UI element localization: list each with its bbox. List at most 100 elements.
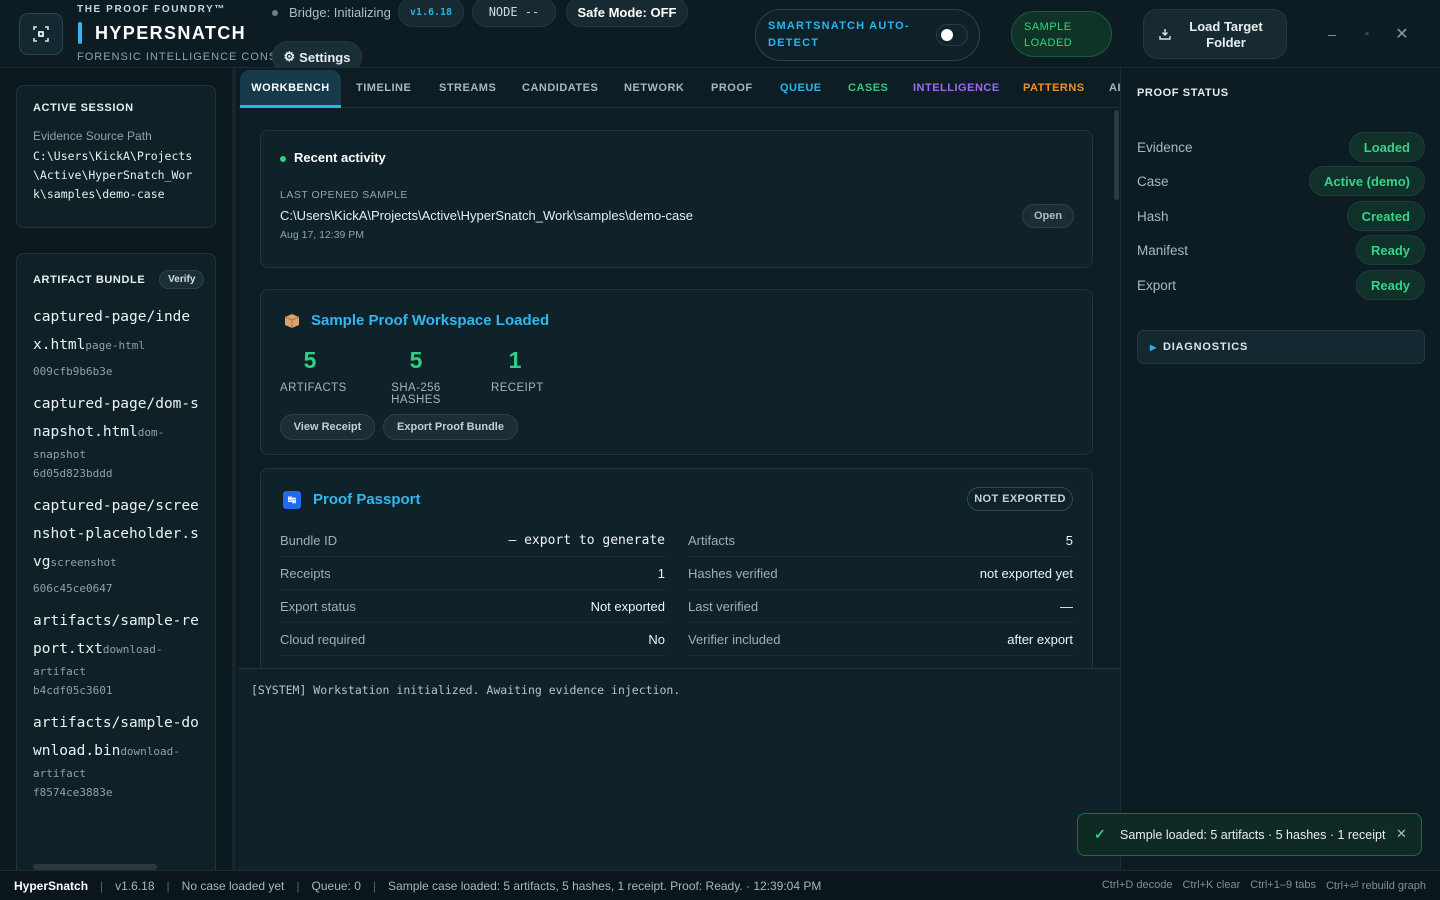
tab-patterns[interactable]: PATTERNS <box>1023 68 1085 108</box>
diagnostics-toggle[interactable]: ▶ DIAGNOSTICS <box>1137 330 1425 364</box>
kv-row: Bundle ID — export to generate <box>280 524 665 557</box>
auto-detect-label: SMARTSNATCH AUTO-DETECT <box>768 20 910 49</box>
recent-time: Aug 17, 12:39 PM <box>280 229 365 241</box>
kv-key: Artifacts <box>688 532 735 548</box>
tab-network[interactable]: NETWORK <box>624 68 684 108</box>
brand-accent-bar <box>78 22 82 44</box>
diagnostics-label: DIAGNOSTICS <box>1162 341 1249 353</box>
console-line: [SYSTEM] Workstation initialized. Awaiti… <box>251 683 681 697</box>
kv-row: Last verified — <box>688 590 1073 623</box>
artifact-type: page-html <box>85 339 145 352</box>
proof-passport-panel: ↹ Proof Passport NOT EXPORTED Bundle ID —… <box>260 468 1093 668</box>
status-badge: Active (demo) <box>1309 166 1425 196</box>
auto-detect-control: SMARTSNATCH AUTO-DETECT <box>755 9 980 61</box>
kv-row: Artifacts 5 <box>688 524 1073 557</box>
maximize-icon[interactable]: ▫ <box>1357 24 1377 44</box>
kv-value: — <box>1060 598 1073 614</box>
passport-right-column: Artifacts 5 Hashes verified not exported y… <box>688 524 1073 656</box>
artifact-name: captured-page/dom-snapshot.html <box>33 396 199 440</box>
status-badge: Ready <box>1355 235 1425 265</box>
app-subtitle: FORENSIC INTELLIGENCE CONSOLE <box>77 51 303 63</box>
tab-ai[interactable]: AI <box>1109 68 1120 108</box>
close-icon[interactable]: ✕ <box>1392 24 1412 44</box>
kv-value: not exported yet <box>979 565 1073 581</box>
active-session-card: ACTIVE SESSION Evidence Source Path C:\U… <box>16 85 216 228</box>
toast-message: Sample loaded: 5 artifacts · 5 hashes · … <box>1120 827 1386 842</box>
status-row-evidence: Evidence Loaded <box>1137 132 1425 162</box>
console-log[interactable]: [SYSTEM] Workstation initialized. Awaiti… <box>238 668 1120 870</box>
kv-key: Verifier included <box>688 631 781 647</box>
tab-candidates[interactable]: CANDIDATES <box>522 68 598 108</box>
sidebar-divider[interactable] <box>232 68 236 870</box>
kv-row: Receipts 1 <box>280 557 665 590</box>
status-bar: HyperSnatch | v1.6.18 | No case loaded y… <box>0 870 1440 900</box>
status-key: Case <box>1137 173 1169 189</box>
tab-timeline[interactable]: TIMELINE <box>356 68 411 108</box>
kv-row: Cloud required No <box>280 623 665 656</box>
close-icon[interactable]: ✕ <box>1396 826 1407 842</box>
artifact-item[interactable]: artifacts/sample-report.txtdownload-arti… <box>33 607 201 704</box>
shortcut-hint: Ctrl+K clear <box>1182 879 1241 891</box>
artifact-item[interactable]: captured-page/dom-snapshot.htmldom-snaps… <box>33 390 201 487</box>
status-row-case: Case Active (demo) <box>1137 166 1425 196</box>
tab-cases[interactable]: CASES <box>848 68 888 108</box>
kv-value: 5 <box>1065 532 1073 548</box>
status-row-manifest: Manifest Ready <box>1137 235 1425 265</box>
app-title: HYPERSNATCH <box>95 23 247 43</box>
app-logo-icon <box>19 13 63 55</box>
tab-proof[interactable]: PROOF <box>711 68 753 108</box>
shortcut-hints: Ctrl+D decode Ctrl+K clear Ctrl+1–9 tabs… <box>1102 879 1426 892</box>
session-heading: ACTIVE SESSION <box>33 102 134 114</box>
passport-title: Proof Passport <box>313 491 421 508</box>
statusbar-queue: Queue: 0 <box>311 878 361 893</box>
brand-tagline: THE PROOF FOUNDRY™ <box>77 4 226 15</box>
kv-value: after export <box>1007 631 1073 647</box>
artifact-hash: b4cdf05c3601 <box>33 684 113 697</box>
safe-mode-toggle[interactable]: Safe Mode: OFF <box>566 0 688 27</box>
statusbar-case: No case loaded yet <box>181 878 285 893</box>
verify-button[interactable]: Verify <box>159 270 205 289</box>
passport-icon: ↹ <box>283 491 301 509</box>
check-icon: ✓ <box>1094 826 1106 842</box>
artifact-item[interactable]: artifacts/sample-download.bindownload-ar… <box>33 709 201 806</box>
stat-receipt: 1 RECEIPT <box>491 346 544 394</box>
status-key: Evidence <box>1137 139 1193 155</box>
separator: | <box>296 878 300 893</box>
artifact-bundle-card: ARTIFACT BUNDLE Verify captured-page/ind… <box>16 253 216 883</box>
open-button[interactable]: Open <box>1022 204 1074 228</box>
status-badge: Loaded <box>1348 132 1425 162</box>
stat-hashes: 5 SHA-256 HASHES <box>367 346 465 406</box>
tab-queue[interactable]: QUEUE <box>780 68 822 108</box>
stat-label: RECEIPT <box>491 382 544 394</box>
toggle-knob <box>941 29 953 41</box>
artifact-item[interactable]: captured-page/screenshot-placeholder.svg… <box>33 492 201 602</box>
tab-streams[interactable]: STREAMS <box>439 68 496 108</box>
download-icon <box>1159 29 1171 40</box>
statusbar-version: v1.6.18 <box>115 878 155 893</box>
stat-label: ARTIFACTS <box>280 382 347 394</box>
artifact-item[interactable]: captured-page/index.htmlpage-html 009cfb… <box>33 303 201 385</box>
bundle-heading: ARTIFACT BUNDLE <box>33 273 146 286</box>
kv-key: Cloud required <box>280 631 366 647</box>
stat-label: SHA-256 HASHES <box>391 382 441 406</box>
main-scrollbar[interactable] <box>1114 110 1119 200</box>
kv-value: No <box>648 631 665 647</box>
auto-detect-toggle[interactable] <box>936 24 968 46</box>
tab-intelligence[interactable]: INTELLIGENCE <box>913 68 1000 108</box>
minimize-icon[interactable]: – <box>1322 24 1342 44</box>
separator: | <box>372 878 377 893</box>
bridge-status-dot <box>272 10 278 16</box>
separator: | <box>166 878 170 893</box>
kv-key: Receipts <box>280 565 331 581</box>
tab-workbench[interactable]: WORKBENCH <box>240 70 341 108</box>
kv-value: 1 <box>657 565 665 581</box>
proof-status-heading: PROOF STATUS <box>1137 87 1229 99</box>
view-receipt-button[interactable]: View Receipt <box>280 414 375 440</box>
package-icon <box>284 314 300 328</box>
status-badge: Ready <box>1355 270 1425 300</box>
artifact-hash: 6d05d823bddd <box>33 467 113 480</box>
export-proof-bundle-button[interactable]: Export Proof Bundle <box>383 414 518 440</box>
load-target-folder-button[interactable]: Load Target Folder <box>1143 9 1287 59</box>
sample-loaded-badge: SAMPLE LOADED <box>1011 11 1112 57</box>
title-bar: THE PROOF FOUNDRY™ HYPERSNATCH FORENSIC … <box>0 0 1440 73</box>
